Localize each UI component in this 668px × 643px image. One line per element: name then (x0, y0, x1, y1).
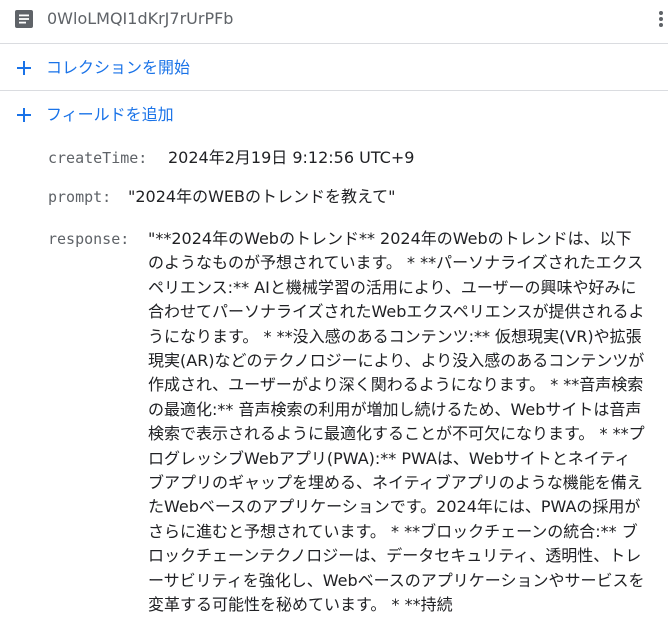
start-collection-label: コレクションを開始 (46, 58, 191, 77)
start-collection-button[interactable]: コレクションを開始 (0, 45, 668, 91)
field-key: response: (48, 230, 130, 248)
add-field-label: フィールドを追加 (46, 105, 174, 124)
add-field-button[interactable]: フィールドを追加 (0, 92, 668, 138)
plus-icon (16, 107, 32, 123)
field-value: "**2024年のWebのトレンド** 2024年のWebのトレンドは、以下のよ… (148, 229, 645, 615)
plus-icon (16, 60, 32, 76)
field-key: createTime: (48, 149, 148, 167)
more-vert-icon[interactable] (657, 8, 665, 30)
document-id: 0WloLMQI1dKrJ7rUrPFb (47, 9, 234, 28)
field-value: "2024年のWEBのトレンドを教えて" (128, 187, 396, 206)
document-icon (15, 10, 33, 28)
document-header: 0WloLMQI1dKrJ7rUrPFb (0, 0, 668, 44)
field-key: prompt: (48, 188, 112, 206)
field-value: 2024年2月19日 9:12:56 UTC+9 (168, 148, 415, 167)
